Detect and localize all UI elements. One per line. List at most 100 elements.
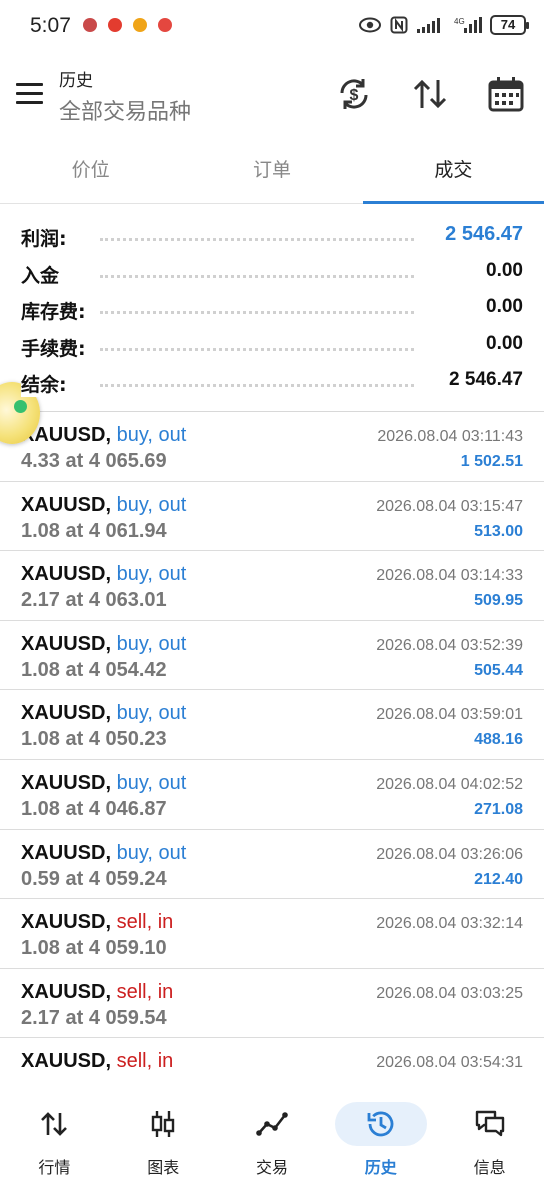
dotted-leader (100, 311, 414, 314)
arrows-updown-icon (41, 1112, 68, 1136)
summary-value: 0.00 (478, 332, 523, 355)
summary-block: 利润: 2 546.47 入金 0.00 库存费: 0.00 手续费: 0.00… (0, 218, 544, 401)
status-time: 5:07 (30, 14, 71, 37)
candlestick-icon (151, 1111, 175, 1137)
deal-symbol-line: XAUUSD, buy, out (21, 494, 186, 517)
sort-icon[interactable] (410, 74, 450, 114)
deal-time: 2026.08.04 03:59:01 (376, 706, 523, 724)
deal-row[interactable]: XAUUSD, sell, in 2.17 at 4 059.54 2026.0… (0, 969, 544, 1039)
deal-symbol: XAUUSD, (21, 493, 112, 516)
deals-list: XAUUSD, buy, out 4.33 at 4 065.69 2026.0… (0, 412, 544, 1108)
summary-value: 2 546.47 (437, 223, 523, 246)
deal-row[interactable]: XAUUSD, buy, out 2.17 at 4 063.01 2026.0… (0, 551, 544, 621)
deal-row[interactable]: XAUUSD, buy, out 0.59 at 4 059.24 2026.0… (0, 830, 544, 900)
dotted-leader (100, 384, 414, 387)
deal-symbol-line: XAUUSD, buy, out (21, 424, 186, 447)
deal-time: 2026.08.04 03:15:47 (376, 497, 523, 515)
summary-row-profit: 利润: 2 546.47 (0, 218, 544, 255)
deal-time: 2026.08.04 04:02:52 (376, 775, 523, 793)
deal-symbol: XAUUSD, (21, 911, 112, 934)
symbol-filter[interactable]: 全部交易品种 (59, 94, 191, 126)
deal-profit: 505.44 (474, 661, 523, 679)
summary-value: 2 546.47 (441, 369, 523, 391)
deal-time: 2026.08.04 03:11:43 (377, 428, 523, 445)
deal-row[interactable]: XAUUSD, buy, out 4.33 at 4 065.69 2026.0… (0, 412, 544, 482)
deal-time: 2026.08.04 03:03:25 (376, 984, 523, 1002)
deal-symbol-line: XAUUSD, buy, out (21, 633, 186, 656)
deal-volume-price: 1.08 at 4 061.94 (21, 519, 167, 542)
dotted-leader (100, 274, 414, 278)
deal-profit: 509.95 (474, 592, 523, 610)
deal-row[interactable]: XAUUSD, buy, out 1.08 at 4 050.23 2026.0… (0, 690, 544, 760)
notification-play-icon (133, 18, 147, 32)
summary-label: 结余: (21, 370, 75, 397)
deal-type: buy, out (116, 563, 187, 586)
deal-type: buy, out (116, 771, 187, 794)
app-header: 历史 全部交易品种 $ (0, 56, 544, 136)
signal-4g-icon: 4G (454, 17, 482, 33)
tab-orders[interactable]: 订单 (181, 136, 362, 203)
deal-symbol: XAUUSD, (21, 632, 112, 655)
deal-row[interactable]: XAUUSD, sell, in 1.08 at 4 059.10 2026.0… (0, 899, 544, 969)
deal-row[interactable]: XAUUSD, buy, out 1.08 at 4 046.87 2026.0… (0, 760, 544, 830)
nav-trade[interactable]: 交易 (218, 1090, 327, 1200)
history-clock-icon (367, 1111, 394, 1137)
nav-charts[interactable]: 图表 (109, 1090, 218, 1200)
tab-positions[interactable]: 价位 (0, 136, 181, 203)
assistant-badge-icon (14, 400, 27, 413)
page-title: 历史 (59, 71, 93, 91)
deal-symbol-line: XAUUSD, sell, in (21, 1050, 173, 1073)
nav-history[interactable]: 历史 (326, 1090, 435, 1200)
bottom-nav: 行情 图表 交易 历史 信息 (0, 1090, 544, 1200)
summary-label: 手续费: (21, 333, 94, 361)
deal-symbol: XAUUSD, (21, 563, 112, 586)
summary-value: 0.00 (478, 259, 523, 282)
deal-type: buy, out (116, 493, 187, 516)
deal-row[interactable]: XAUUSD, buy, out 1.08 at 4 054.42 2026.0… (0, 621, 544, 691)
deal-symbol-line: XAUUSD, sell, in (21, 911, 173, 934)
deal-symbol-line: XAUUSD, sell, in (21, 981, 173, 1004)
status-right-group: 4G 74 (358, 15, 529, 35)
nav-label: 行情 (38, 1158, 71, 1177)
notification-avatar-icon (83, 18, 97, 32)
deal-symbol-line: XAUUSD, buy, out (21, 563, 186, 586)
currency-exchange-icon[interactable]: $ (334, 74, 374, 114)
deal-volume-price: 0.59 at 4 059.24 (21, 867, 167, 890)
deal-time: 2026.08.04 03:54:31 (376, 1054, 523, 1072)
deal-type: sell, in (116, 911, 174, 934)
summary-label: 入金 (21, 260, 68, 288)
deal-type: sell, in (116, 980, 174, 1003)
deal-row[interactable]: XAUUSD, buy, out 1.08 at 4 061.94 2026.0… (0, 482, 544, 552)
deal-type: buy, out (116, 424, 187, 446)
notification-app-icon (158, 18, 172, 32)
summary-value: 0.00 (478, 296, 523, 318)
summary-label: 库存费: (21, 297, 94, 324)
deal-symbol: XAUUSD, (21, 702, 112, 725)
svg-text:$: $ (350, 87, 359, 104)
deal-type: buy, out (116, 841, 187, 864)
calendar-icon[interactable] (486, 74, 526, 114)
deal-volume-price: 2.17 at 4 059.54 (21, 1006, 167, 1029)
chat-bubbles-icon (475, 1110, 504, 1137)
deal-volume-price: 1.08 at 4 050.23 (21, 728, 167, 751)
summary-row-swap: 库存费: 0.00 (0, 291, 544, 328)
deal-type: buy, out (116, 702, 187, 725)
nav-quotes[interactable]: 行情 (0, 1090, 109, 1200)
tab-deals[interactable]: 成交 (362, 136, 544, 204)
deal-profit: 488.16 (474, 731, 523, 749)
nav-label: 图表 (147, 1158, 180, 1177)
menu-icon[interactable] (16, 83, 43, 105)
dotted-leader (100, 347, 414, 351)
nav-messages[interactable]: 信息 (435, 1090, 544, 1200)
deal-volume-price: 1.08 at 4 059.10 (21, 937, 167, 960)
deal-symbol-line: XAUUSD, buy, out (21, 772, 186, 795)
signal-icon (417, 18, 440, 33)
deal-symbol-line: XAUUSD, buy, out (21, 842, 186, 865)
summary-label: 利润: (21, 224, 75, 251)
deal-type: sell, in (116, 1050, 174, 1073)
deal-time: 2026.08.04 03:52:39 (376, 636, 523, 654)
deal-symbol: XAUUSD, (21, 980, 112, 1003)
nav-label: 历史 (364, 1158, 397, 1177)
deal-time: 2026.08.04 03:32:14 (376, 915, 523, 933)
deal-volume-price: 1.08 at 4 046.87 (21, 797, 167, 820)
